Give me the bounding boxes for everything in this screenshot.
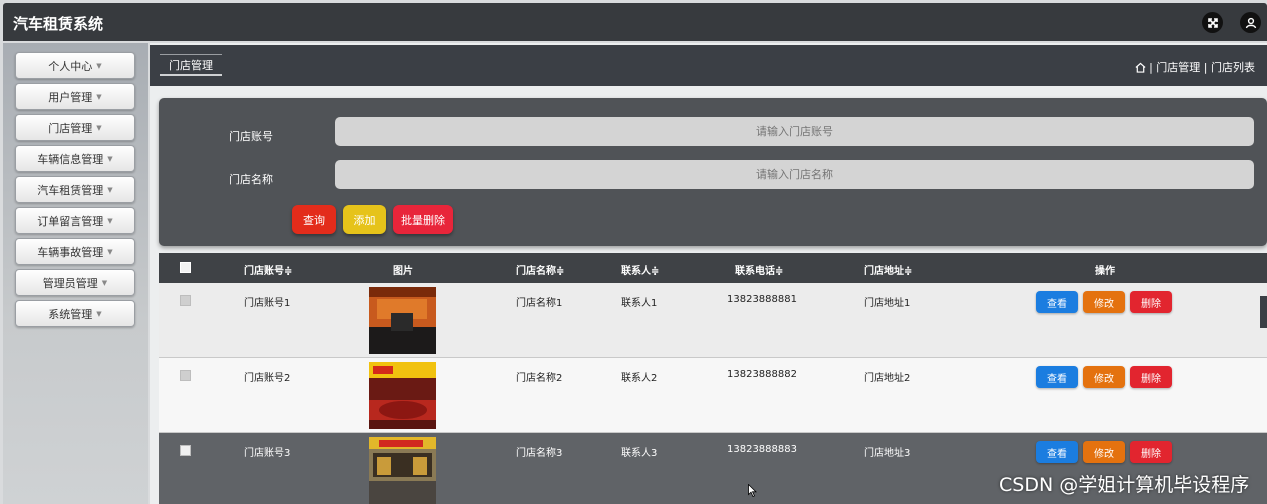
caret-down-icon: ▼	[96, 92, 102, 101]
top-bar: 汽车租赁系统	[3, 3, 1267, 41]
row-checkbox[interactable]	[180, 295, 191, 306]
sidebar-item-label: 个人中心	[48, 59, 93, 73]
store-account-label: 门店账号	[229, 130, 273, 143]
sidebar-item-label: 用户管理	[48, 90, 93, 104]
col-image-header: 图片	[393, 266, 413, 277]
sidebar-item-label: 车辆事故管理	[37, 245, 104, 259]
store-account-cell: 门店账号3	[244, 448, 291, 459]
contact-cell: 联系人3	[621, 448, 658, 459]
search-panel: 门店账号 门店名称 查询 添加 批量删除	[159, 98, 1267, 246]
address-cell: 门店地址3	[864, 448, 911, 459]
sidebar-item-admins[interactable]: 管理员管理 ▼	[15, 269, 135, 296]
query-button[interactable]: 查询	[292, 205, 336, 234]
store-name-cell: 门店名称1	[516, 298, 563, 309]
breadcrumb-text: | 门店管理 | 门店列表	[1149, 61, 1255, 74]
sidebar-item-order-messages[interactable]: 订单留言管理 ▼	[15, 207, 135, 234]
phone-cell: 13823888881	[727, 294, 797, 305]
col-address-header[interactable]: 门店地址≑	[864, 262, 912, 277]
home-icon[interactable]	[1135, 62, 1146, 73]
contact-cell: 联系人2	[621, 373, 658, 384]
view-button[interactable]: 查看	[1036, 291, 1078, 313]
mouse-cursor-icon	[748, 484, 757, 497]
phone-cell: 13823888882	[727, 369, 797, 380]
side-panel-handle[interactable]	[1260, 296, 1267, 328]
sidebar-item-personal-center[interactable]: 个人中心 ▼	[15, 52, 135, 79]
sidebar-item-rentals[interactable]: 汽车租赁管理 ▼	[15, 176, 135, 203]
phone-cell: 13823888883	[727, 444, 797, 455]
store-image[interactable]	[369, 362, 436, 429]
contact-cell: 联系人1	[621, 298, 658, 309]
table-row: 门店账号1 门店名称1 联系人1 13823888881 门店地址1 查看 修改…	[159, 283, 1267, 358]
fullscreen-toggle-icon[interactable]	[1202, 12, 1223, 33]
add-button[interactable]: 添加	[343, 205, 386, 234]
caret-down-icon: ▼	[107, 185, 113, 194]
watermark: CSDN @学姐计算机毕设程序	[999, 474, 1250, 496]
batch-delete-button[interactable]: 批量删除	[393, 205, 453, 234]
sidebar: 个人中心 ▼ 用户管理 ▼ 门店管理 ▼ 车辆信息管理 ▼ 汽车租赁管理 ▼ 订单留言管理…	[3, 43, 148, 504]
view-button[interactable]: 查看	[1036, 441, 1078, 463]
store-name-input[interactable]	[335, 160, 1254, 189]
edit-button[interactable]: 修改	[1083, 366, 1125, 388]
store-account-cell: 门店账号2	[244, 373, 291, 384]
breadcrumb-bar: 门店管理 | 门店管理 | 门店列表	[150, 45, 1267, 86]
edit-button[interactable]: 修改	[1083, 291, 1125, 313]
sidebar-item-label: 订单留言管理	[37, 214, 104, 228]
sidebar-item-label: 系统管理	[48, 307, 93, 321]
main-content: 门店管理 | 门店管理 | 门店列表 门店账号 门店名称 查询 添加 批量删除 …	[150, 43, 1267, 504]
table-header: 门店账号≑ 图片 门店名称≑ 联系人≑ 联系电话≑ 门店地址≑ 操作	[159, 253, 1267, 283]
store-name-label: 门店名称	[229, 173, 273, 186]
breadcrumb: | 门店管理 | 门店列表	[1135, 59, 1255, 75]
select-all-checkbox[interactable]	[180, 262, 191, 273]
col-contact-header[interactable]: 联系人≑	[621, 262, 659, 277]
store-name-cell: 门店名称2	[516, 373, 563, 384]
row-checkbox[interactable]	[180, 370, 191, 381]
caret-down-icon: ▼	[96, 61, 102, 70]
sidebar-item-accidents[interactable]: 车辆事故管理 ▼	[15, 238, 135, 265]
view-button[interactable]: 查看	[1036, 366, 1078, 388]
sidebar-item-label: 车辆信息管理	[37, 152, 104, 166]
sidebar-item-users[interactable]: 用户管理 ▼	[15, 83, 135, 110]
col-name-header[interactable]: 门店名称≑	[516, 262, 564, 277]
table-row: 门店账号2 门店名称2 联系人2 13823888882 门店地址2 查看 修改…	[159, 358, 1267, 433]
caret-down-icon: ▼	[107, 247, 113, 256]
page-title[interactable]: 门店管理	[160, 54, 222, 76]
sidebar-item-vehicles[interactable]: 车辆信息管理 ▼	[15, 145, 135, 172]
delete-button[interactable]: 删除	[1130, 441, 1172, 463]
user-icon[interactable]	[1240, 12, 1261, 33]
app-title: 汽车租赁系统	[13, 15, 104, 33]
delete-button[interactable]: 删除	[1130, 291, 1172, 313]
sidebar-item-label: 管理员管理	[42, 276, 98, 290]
col-phone-header[interactable]: 联系电话≑	[735, 262, 783, 277]
store-account-input[interactable]	[335, 117, 1254, 146]
sidebar-item-stores[interactable]: 门店管理 ▼	[15, 114, 135, 141]
delete-button[interactable]: 删除	[1130, 366, 1172, 388]
edit-button[interactable]: 修改	[1083, 441, 1125, 463]
store-name-cell: 门店名称3	[516, 448, 563, 459]
col-actions-header: 操作	[1095, 266, 1115, 277]
caret-down-icon: ▼	[96, 123, 102, 132]
caret-down-icon: ▼	[107, 154, 113, 163]
store-table: 门店账号≑ 图片 门店名称≑ 联系人≑ 联系电话≑ 门店地址≑ 操作 门店账号1…	[159, 253, 1267, 504]
caret-down-icon: ▼	[96, 309, 102, 318]
sidebar-item-label: 汽车租赁管理	[37, 183, 104, 197]
address-cell: 门店地址2	[864, 373, 911, 384]
address-cell: 门店地址1	[864, 298, 911, 309]
col-account-header[interactable]: 门店账号≑	[244, 262, 292, 277]
store-image[interactable]	[369, 287, 436, 354]
caret-down-icon: ▼	[101, 278, 108, 287]
store-image[interactable]	[369, 437, 436, 504]
store-account-cell: 门店账号1	[244, 298, 291, 309]
row-checkbox[interactable]	[180, 445, 191, 456]
sidebar-item-label: 门店管理	[48, 121, 93, 135]
caret-down-icon: ▼	[107, 216, 113, 225]
sidebar-item-system[interactable]: 系统管理 ▼	[15, 300, 135, 327]
